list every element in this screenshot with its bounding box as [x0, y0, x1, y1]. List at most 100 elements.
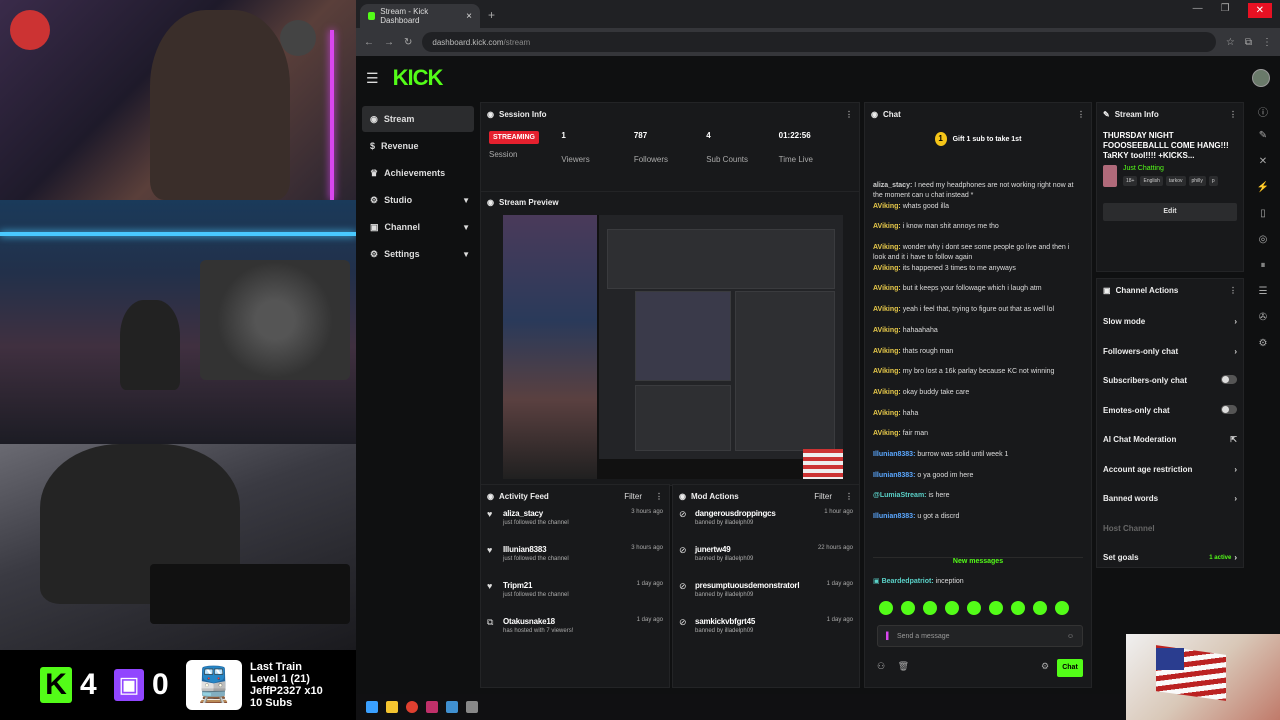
reload-icon[interactable]: ↻ — [404, 37, 412, 48]
tag[interactable]: philly — [1188, 176, 1206, 186]
sidebar-item-channel[interactable]: ▣ Channel ▼ — [362, 214, 474, 240]
emote-icon[interactable] — [923, 601, 937, 615]
start-icon[interactable] — [366, 701, 378, 713]
action-slow-mode[interactable]: Slow mode › — [1097, 307, 1243, 337]
emote-icon[interactable] — [967, 601, 981, 615]
browser-menu-icon[interactable]: ⋮ — [1262, 37, 1272, 48]
sidebar-item-stream[interactable]: ◉ Stream — [362, 106, 474, 132]
page-icon[interactable]: ▯ — [1253, 208, 1273, 234]
gift-sub-banner[interactable]: 1 Gift 1 sub to take 1st — [865, 125, 1091, 153]
action-ai-moderation[interactable]: AI Chat Moderation ⇱ — [1097, 425, 1243, 455]
emote-icon[interactable] — [1055, 601, 1069, 615]
minimize-button[interactable]: — — [1193, 3, 1203, 18]
stream-preview[interactable] — [503, 215, 843, 479]
emote-icon[interactable] — [989, 601, 1003, 615]
new-messages-divider[interactable]: New messages — [873, 557, 1083, 565]
item-name[interactable]: presumptuousdemonstratorl — [695, 581, 800, 590]
more-icon[interactable]: ⋮ — [1077, 110, 1085, 119]
more-icon[interactable]: ⋮ — [1229, 110, 1237, 119]
item-name[interactable]: samkickvbfgrt45 — [695, 617, 755, 626]
kick-logo[interactable]: KICK — [393, 65, 444, 91]
edit-button[interactable]: Edit — [1103, 203, 1237, 221]
chat-icon[interactable]: ◎ — [1253, 234, 1273, 260]
emote-icon[interactable] — [901, 601, 915, 615]
action-set-goals[interactable]: Set goals 1 active › — [1097, 543, 1243, 573]
chat-username[interactable]: @LumiaStream: — [873, 492, 927, 499]
gear-icon[interactable]: ⚙ — [1253, 338, 1273, 364]
close-tab-icon[interactable]: × — [466, 11, 472, 22]
item-name[interactable]: dangerousdroppingcs — [695, 509, 776, 518]
item-name[interactable]: junertw49 — [695, 545, 753, 554]
filter-button[interactable]: Filter — [624, 492, 642, 501]
new-tab-button[interactable]: + — [488, 8, 495, 22]
filter-button[interactable]: Filter — [814, 492, 832, 501]
chat-username[interactable]: Illunian8383: — [873, 472, 915, 479]
chat-username[interactable]: AViking: — [873, 244, 901, 251]
chat-username[interactable]: AViking: — [873, 306, 901, 313]
avatar[interactable] — [1252, 69, 1270, 87]
chat-username[interactable]: AViking: — [873, 327, 901, 334]
emote-icon[interactable] — [879, 601, 893, 615]
url-field[interactable]: dashboard.kick.com/stream — [422, 32, 1216, 52]
emoji-icon[interactable]: ☺ — [1067, 633, 1074, 640]
chat-username[interactable]: Illunian8383: — [873, 451, 915, 458]
chat-username[interactable]: AViking: — [873, 203, 901, 210]
bolt-icon[interactable]: ⚡ — [1253, 182, 1273, 208]
item-name[interactable]: Otakusnake18 — [503, 617, 573, 626]
sidebar-item-studio[interactable]: ⚙ Studio ▼ — [362, 187, 474, 213]
action-host-channel[interactable]: Host Channel — [1097, 514, 1243, 544]
folder-icon[interactable] — [386, 701, 398, 713]
chat-username[interactable]: AViking: — [873, 389, 901, 396]
chrome-icon[interactable] — [406, 701, 418, 713]
more-icon[interactable]: ⋮ — [845, 110, 853, 119]
list-icon[interactable]: ☰ — [1253, 286, 1273, 312]
trash-icon[interactable]: 🗑 — [898, 661, 909, 671]
send-chat-button[interactable]: Chat — [1057, 659, 1083, 677]
chat-username[interactable]: AViking: — [873, 348, 901, 355]
chat-username[interactable]: AViking: — [873, 368, 901, 375]
pencil-icon[interactable]: ✎ — [1253, 130, 1273, 156]
emote-icon[interactable] — [945, 601, 959, 615]
browser-tab[interactable]: Stream - Kick Dashboard × — [360, 4, 480, 28]
extensions-icon[interactable]: ⧉ — [1245, 37, 1252, 48]
chat-settings-icon[interactable]: ⚙ — [1041, 661, 1049, 672]
tag[interactable]: 18+ — [1123, 176, 1138, 186]
chat-username[interactable]: AViking: — [873, 430, 901, 437]
sidebar-item-revenue[interactable]: $ Revenue — [362, 133, 474, 159]
app-icon[interactable] — [446, 701, 458, 713]
close-icon[interactable]: ✕ — [1253, 156, 1273, 182]
chat-username[interactable]: Illunian8383: — [873, 513, 915, 520]
chat-username[interactable]: AViking: — [873, 410, 901, 417]
toggle-switch[interactable] — [1221, 375, 1237, 386]
category-name[interactable]: Just Chatting — [1123, 165, 1218, 172]
chat-username[interactable]: aliza_stacy: — [873, 182, 912, 189]
hamburger-menu-icon[interactable]: ☰ — [366, 70, 379, 87]
chat-username[interactable]: AViking: — [873, 285, 901, 292]
app-icon[interactable] — [466, 701, 478, 713]
bookmark-star-icon[interactable]: ☆ — [1226, 37, 1235, 48]
emote-icon[interactable] — [1011, 601, 1025, 615]
action-banned-words[interactable]: Banned words › — [1097, 484, 1243, 514]
forward-icon[interactable]: → — [384, 37, 394, 48]
restore-button[interactable]: ❐ — [1221, 3, 1230, 18]
chat-username[interactable]: AViking: — [873, 265, 901, 272]
chat-input[interactable]: ▌ Send a message ☺ — [877, 625, 1083, 647]
item-name[interactable]: Illunian8383 — [503, 545, 569, 554]
tag[interactable]: English — [1140, 176, 1163, 186]
back-icon[interactable]: ← — [364, 37, 374, 48]
action-account-age[interactable]: Account age restriction › — [1097, 455, 1243, 485]
more-icon[interactable]: ⋮ — [845, 492, 853, 501]
more-icon[interactable]: ⋮ — [1229, 286, 1237, 295]
chat-username[interactable]: Beardedpatriot: — [882, 578, 934, 585]
obs-icon[interactable] — [426, 701, 438, 713]
users-icon[interactable]: ⚇ — [877, 661, 885, 671]
chat-username[interactable]: AViking: — [873, 223, 901, 230]
emote-icon[interactable] — [1033, 601, 1047, 615]
toggle-switch[interactable] — [1221, 404, 1237, 416]
close-window-button[interactable]: ✕ — [1247, 3, 1272, 18]
item-name[interactable]: aliza_stacy — [503, 509, 569, 518]
sidebar-item-settings[interactable]: ⚙ Settings ▼ — [362, 241, 474, 267]
tag[interactable]: tarkov — [1165, 176, 1186, 186]
sidebar-item-achievements[interactable]: ♛ Achievements — [362, 160, 474, 186]
action-followers-only[interactable]: Followers-only chat › — [1097, 337, 1243, 367]
